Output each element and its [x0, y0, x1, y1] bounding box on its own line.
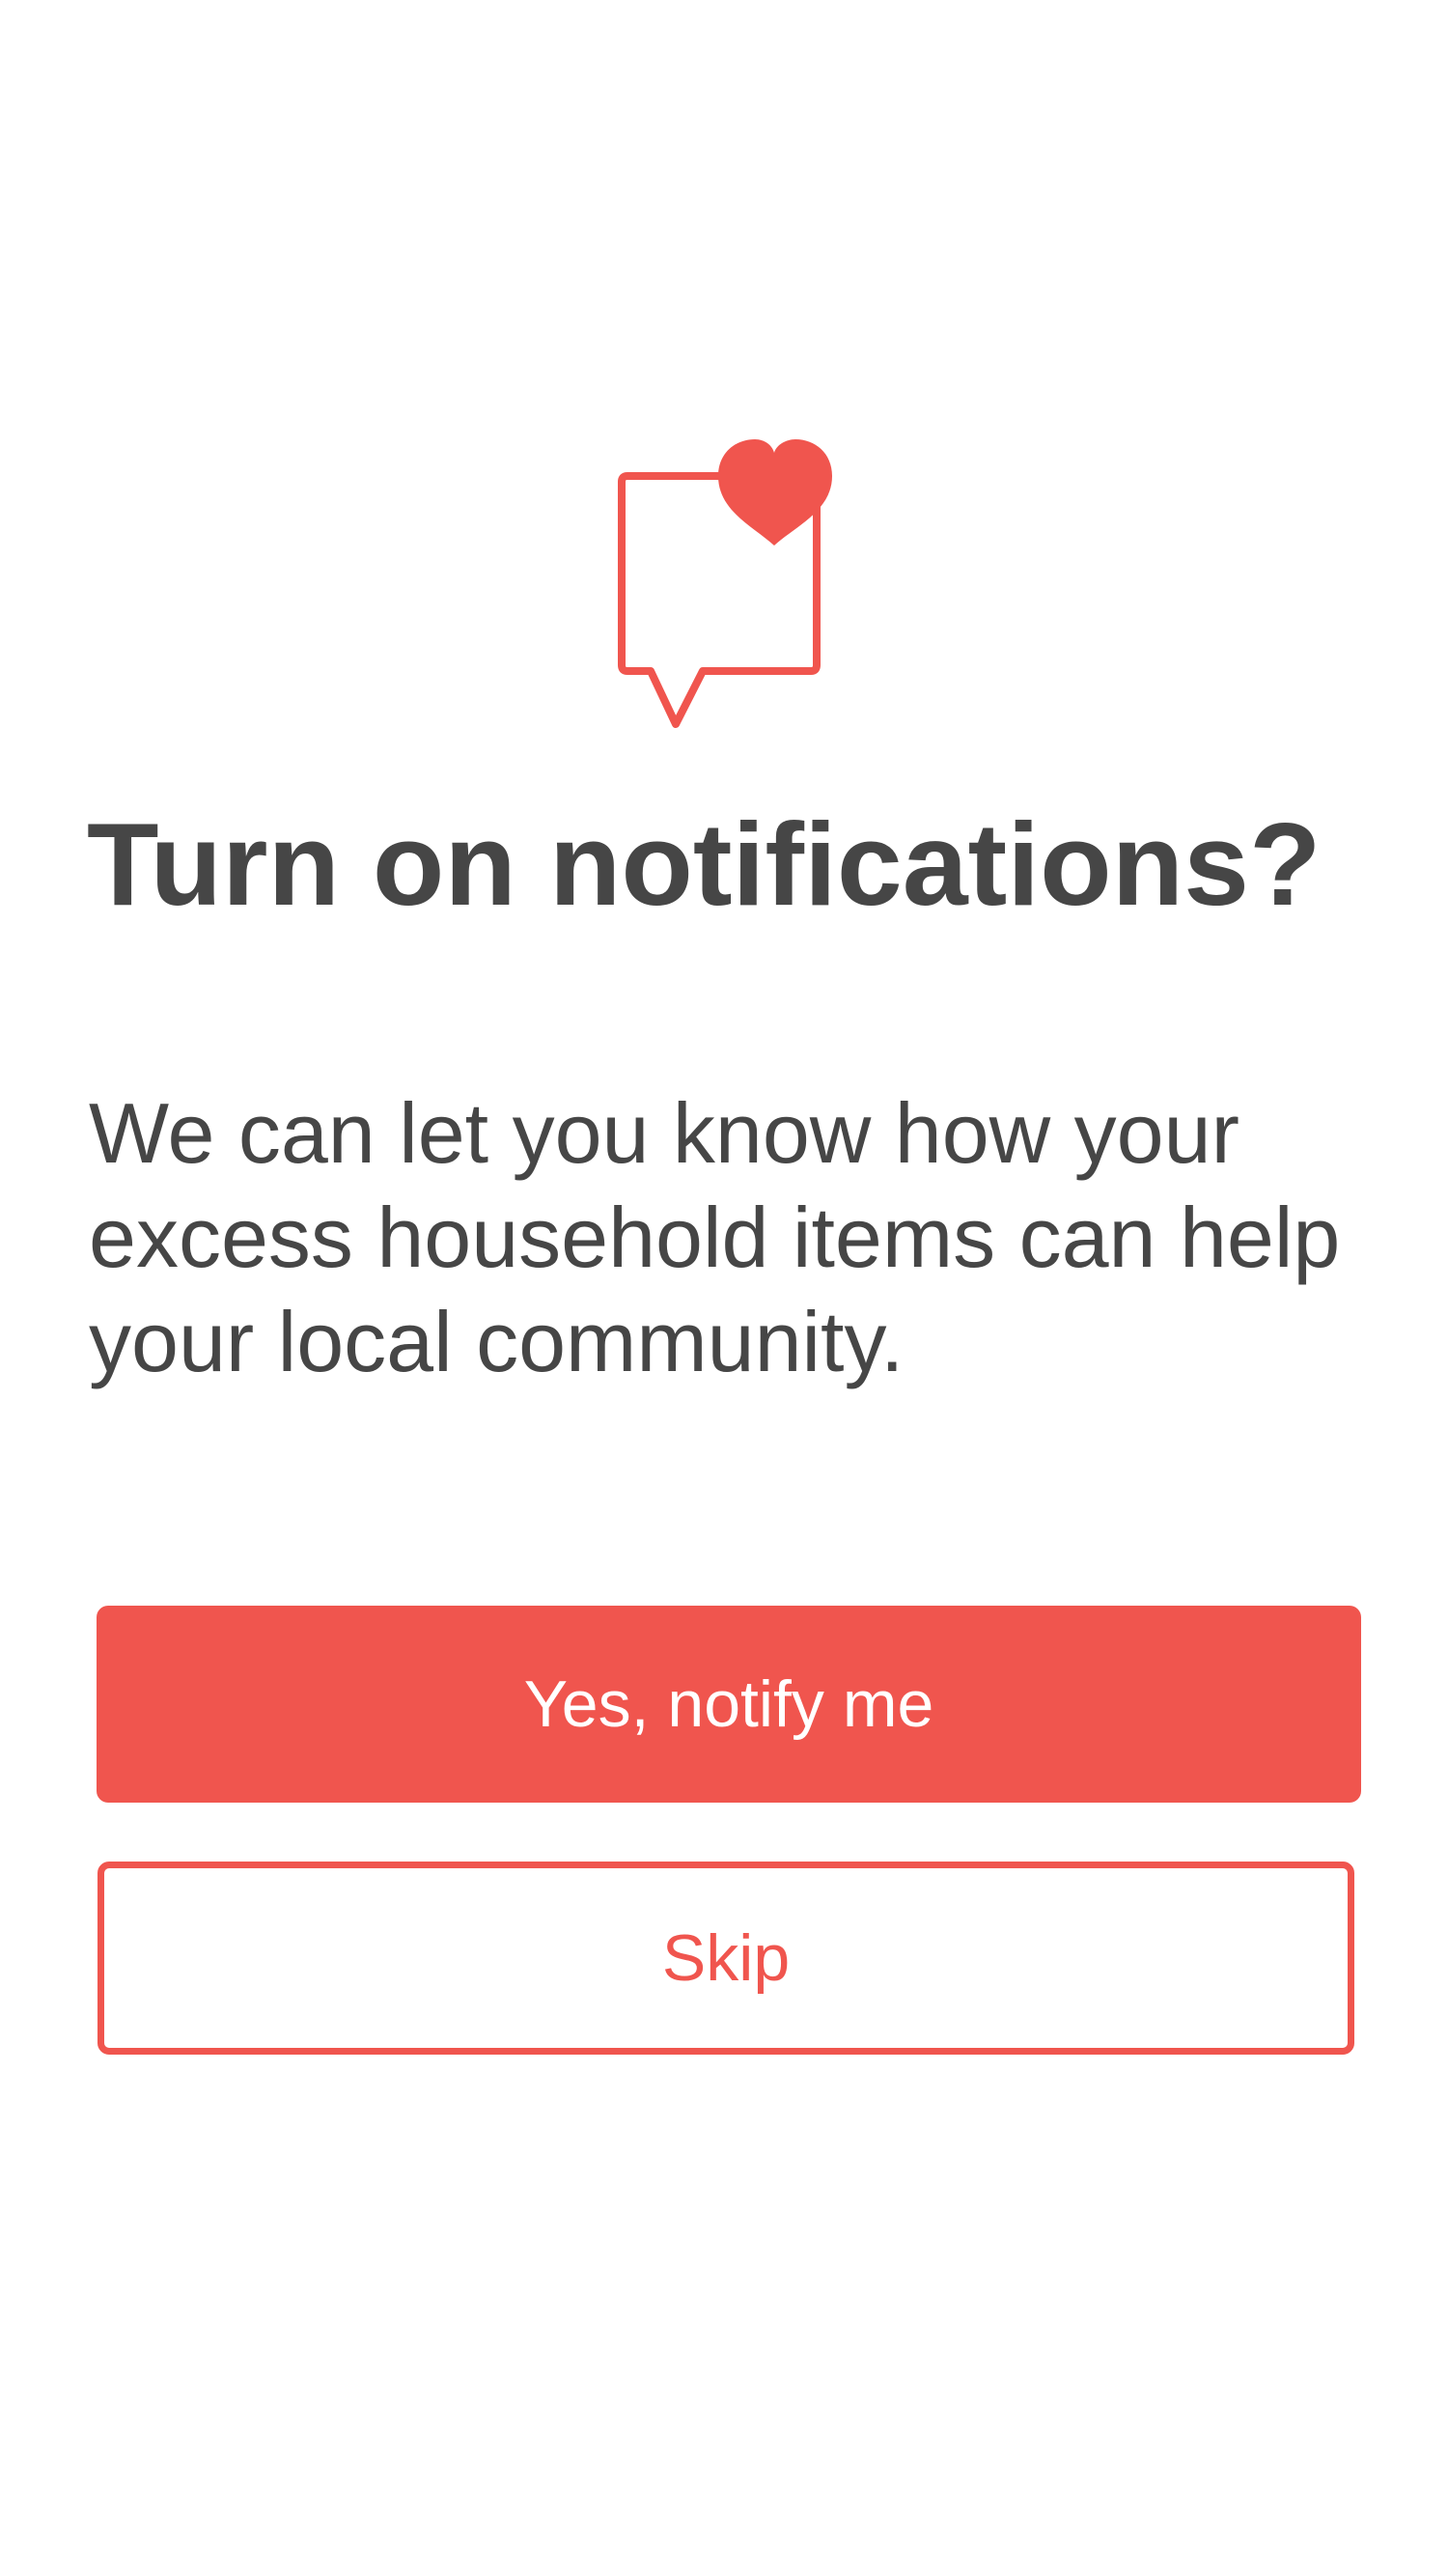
- notification-permission-screen: Turn on notifications? We can let you kn…: [0, 0, 1448, 2576]
- page-title: Turn on notifications?: [87, 798, 1322, 930]
- description-text: We can let you know how your excess hous…: [89, 1085, 1341, 1389]
- yes-notify-me-button[interactable]: Yes, notify me: [97, 1606, 1361, 1803]
- skip-button[interactable]: Skip: [97, 1862, 1354, 2055]
- speech-bubble-heart-icon: [608, 430, 840, 739]
